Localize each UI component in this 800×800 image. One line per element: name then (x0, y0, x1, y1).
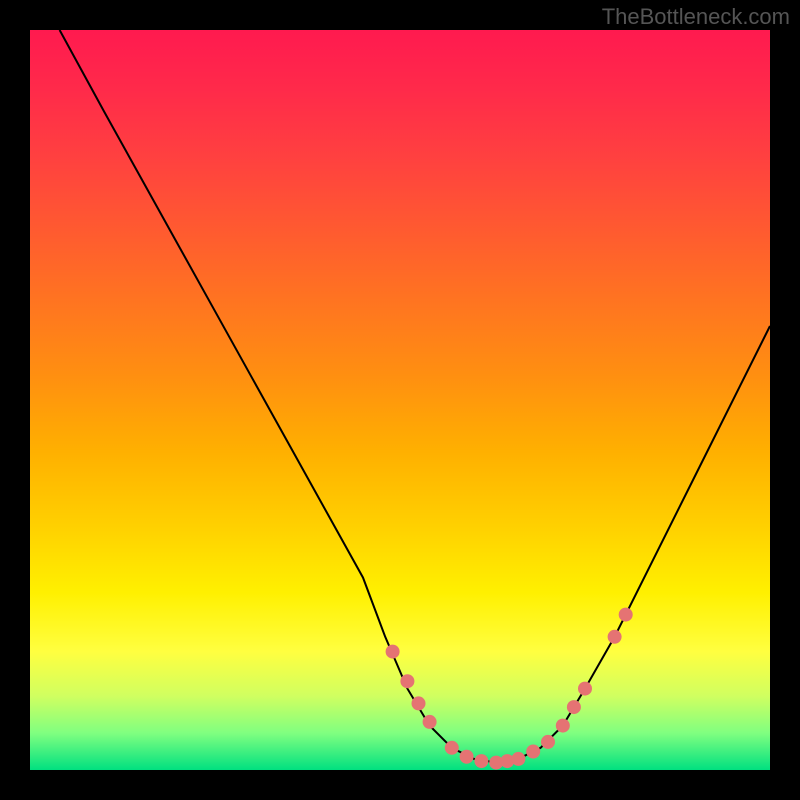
data-dot (474, 754, 488, 768)
data-dot (578, 682, 592, 696)
chart-plot-area (30, 30, 770, 770)
data-dot (526, 745, 540, 759)
data-dot (619, 608, 633, 622)
data-dots-group (386, 608, 633, 770)
data-dot (541, 735, 555, 749)
bottleneck-curve (60, 30, 770, 763)
data-dot (423, 715, 437, 729)
data-dot (511, 752, 525, 766)
data-dot (567, 700, 581, 714)
data-dot (386, 645, 400, 659)
data-dot (460, 750, 474, 764)
data-dot (556, 719, 570, 733)
data-dot (608, 630, 622, 644)
data-dot (400, 674, 414, 688)
data-dot (445, 741, 459, 755)
data-dot (412, 696, 426, 710)
watermark-text: TheBottleneck.com (602, 4, 790, 30)
bottleneck-curve-svg (30, 30, 770, 770)
